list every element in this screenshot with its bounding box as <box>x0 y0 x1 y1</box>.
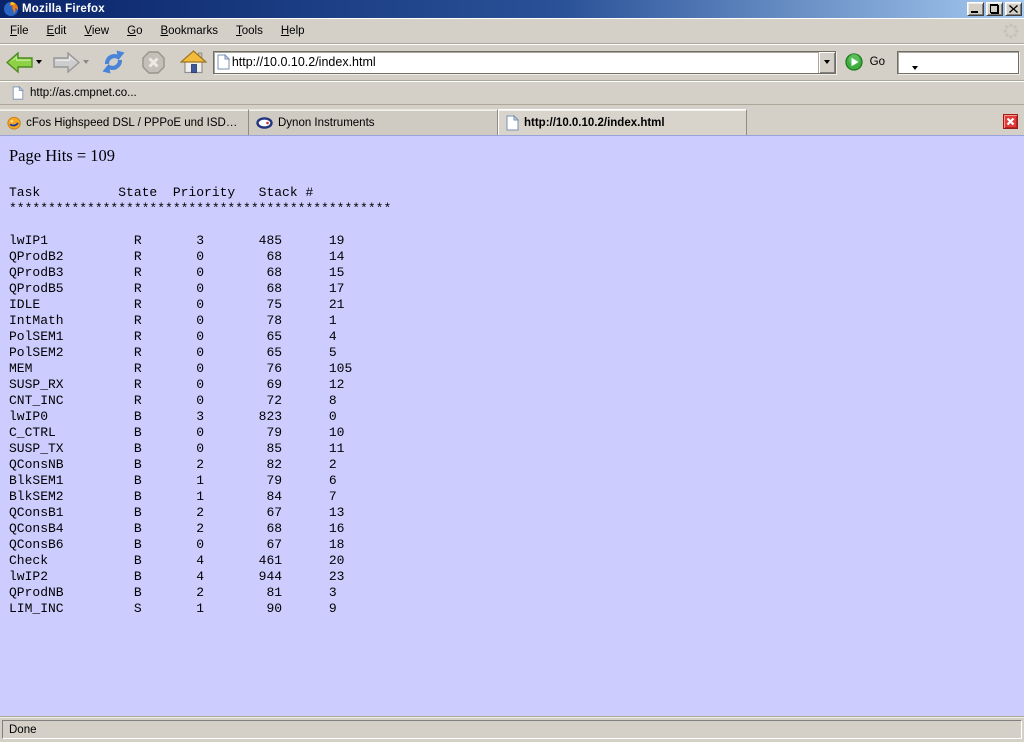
menu-item-bookmarks[interactable]: Bookmarks <box>151 22 227 40</box>
tab-active-10-0-10-2[interactable]: http://10.0.10.2/index.html <box>498 109 747 135</box>
window-title: Mozilla Firefox <box>22 3 965 15</box>
tab-strip: cFos Highspeed DSL / PPPoE und ISDN CAP.… <box>0 105 1024 136</box>
browser-window: Mozilla Firefox File Edit View Go Bookma… <box>0 0 1024 742</box>
status-text: Done <box>9 724 37 736</box>
go-label: Go <box>870 56 885 68</box>
page-hits-text: Page Hits = 109 <box>9 146 1024 166</box>
stop-icon <box>141 50 166 75</box>
go-icon <box>845 53 863 71</box>
url-dropdown-button[interactable] <box>818 52 835 73</box>
url-input[interactable] <box>230 52 818 73</box>
tab-label: Dynon Instruments <box>278 117 375 129</box>
close-button[interactable] <box>1005 2 1022 16</box>
dynon-icon <box>256 115 273 131</box>
menu-bar: File Edit View Go Bookmarks Tools Help <box>0 18 1024 44</box>
minimize-icon <box>971 11 978 13</box>
window-titlebar[interactable]: Mozilla Firefox <box>0 0 1024 18</box>
bookmarks-toolbar: http://as.cmpnet.co... <box>0 81 1024 105</box>
window-controls <box>965 2 1022 16</box>
back-dropdown-button[interactable] <box>36 60 42 64</box>
url-bar <box>213 51 836 74</box>
throbber-icon <box>1003 23 1019 39</box>
search-input[interactable] <box>901 52 1024 73</box>
menu-item-go[interactable]: Go <box>118 22 151 40</box>
restore-icon <box>990 5 999 13</box>
forward-icon <box>53 51 80 74</box>
back-icon <box>6 51 33 74</box>
menu-item-file[interactable]: File <box>1 22 38 40</box>
forward-dropdown-button[interactable] <box>83 60 89 64</box>
forward-button[interactable] <box>52 50 81 75</box>
page-content: Page Hits = 109 Task State Priority Stac… <box>0 136 1024 717</box>
reload-button[interactable] <box>99 48 128 76</box>
menu-item-view[interactable]: View <box>75 22 118 40</box>
close-tab-icon <box>1006 117 1015 126</box>
tab-label: http://10.0.10.2/index.html <box>524 117 665 129</box>
page-icon <box>12 86 24 100</box>
tab-cfos[interactable]: cFos Highspeed DSL / PPPoE und ISDN CAP.… <box>0 109 249 135</box>
search-engine-dropdown[interactable] <box>912 66 918 70</box>
chevron-down-icon <box>824 60 830 64</box>
stop-button[interactable] <box>140 49 167 76</box>
close-tab-button[interactable] <box>1003 114 1018 129</box>
home-button[interactable] <box>179 49 208 75</box>
menu-item-tools[interactable]: Tools <box>227 22 272 40</box>
tab-label: cFos Highspeed DSL / PPPoE und ISDN CAP.… <box>26 117 241 129</box>
menu-item-help[interactable]: Help <box>272 22 314 40</box>
back-button[interactable] <box>5 50 34 75</box>
home-icon <box>180 50 207 74</box>
tab-dynon[interactable]: Dynon Instruments <box>249 109 498 135</box>
bookmark-item[interactable]: http://as.cmpnet.co... <box>8 84 141 102</box>
navigation-toolbar: Go G <box>0 44 1024 81</box>
task-table: Task State Priority Stack # ************… <box>9 185 1024 617</box>
search-bar: G <box>897 51 1019 74</box>
firefox-logo-icon <box>3 1 19 17</box>
cfos-icon <box>7 115 21 131</box>
status-bar: Done <box>0 717 1024 742</box>
go-button[interactable]: Go <box>845 53 885 71</box>
close-icon <box>1009 5 1018 13</box>
minimize-button[interactable] <box>967 2 984 16</box>
page-icon <box>217 54 230 70</box>
reload-icon <box>100 49 127 75</box>
menu-item-edit[interactable]: Edit <box>38 22 76 40</box>
restore-button[interactable] <box>986 2 1003 16</box>
status-field: Done <box>2 720 1022 739</box>
bookmark-label: http://as.cmpnet.co... <box>30 87 137 99</box>
page-icon <box>506 115 519 131</box>
